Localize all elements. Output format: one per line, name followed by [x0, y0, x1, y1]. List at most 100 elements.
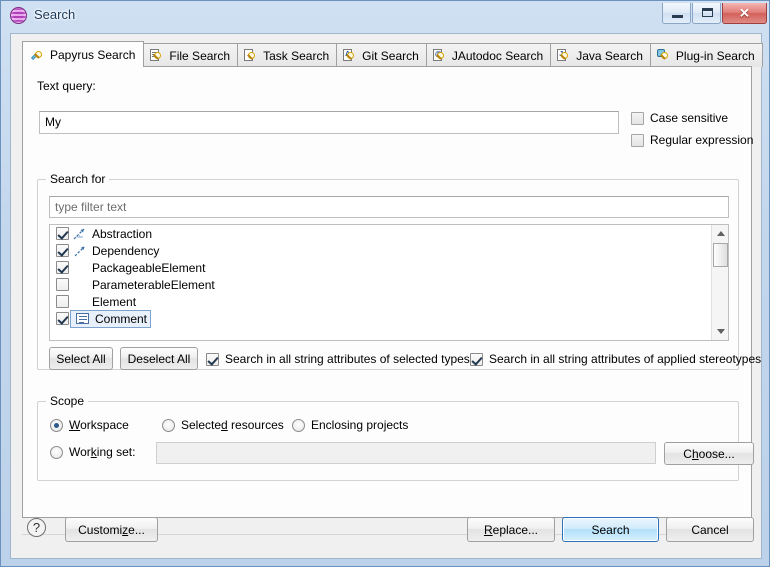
tree-item-label: Abstraction [92, 226, 153, 241]
no-icon [72, 260, 88, 276]
no-icon [72, 294, 88, 310]
svg-text:«A»: «A» [76, 234, 84, 239]
close-button[interactable]: ✕ [722, 3, 767, 24]
scroll-up-button[interactable] [712, 225, 728, 242]
search-selected-types-checkbox[interactable]: Search in all string attributes of selec… [206, 352, 470, 366]
choose-button[interactable]: Choose... [664, 442, 754, 465]
scroll-down-button[interactable] [712, 323, 728, 340]
plugin-search-icon [656, 48, 672, 64]
tree-item-label: Element [92, 294, 137, 309]
choose-label: Choose... [683, 446, 735, 461]
maximize-icon [702, 8, 713, 17]
type-filter-input[interactable]: type filter text [49, 196, 729, 218]
tree-item-label: Dependency [92, 243, 160, 258]
radio-label: Enclosing projects [311, 418, 409, 432]
scope-group: Scope Workspace Selected resources Enclo… [37, 394, 754, 481]
tree-item-checkbox[interactable] [56, 295, 69, 308]
cancel-button[interactable]: Cancel [666, 517, 754, 542]
radio-button [292, 418, 305, 432]
checkbox-label: Search in all string attributes of selec… [225, 352, 470, 366]
regular-expression-checkbox[interactable]: Regular expression [631, 133, 753, 147]
search-tab-strip: Papyrus Search File Search Task Search A [22, 41, 763, 67]
replace-button[interactable]: Replace... [467, 517, 555, 542]
search-button[interactable]: Search [562, 517, 659, 542]
scope-radio-working-set[interactable]: Working set: [50, 445, 135, 459]
search-types-tree[interactable]: «A» Abstraction Dependency PackageableEl… [49, 224, 729, 341]
scope-title: Scope [46, 394, 89, 408]
deselect-all-button[interactable]: Deselect All [120, 347, 198, 370]
radio-button [162, 418, 175, 432]
help-icon[interactable]: ? [27, 518, 46, 537]
replace-label: Replace... [483, 522, 539, 537]
tree-item-parameterableelement[interactable]: ParameterableElement [50, 276, 728, 293]
minimize-icon [672, 15, 683, 18]
tab-git-search[interactable]: A Git Search [336, 43, 426, 67]
case-sensitive-checkbox[interactable]: Case sensitive [631, 111, 728, 125]
no-icon [72, 277, 88, 293]
papyrus-sphere-icon [10, 7, 27, 24]
search-dialog-window: Search ✕ Papyrus Search File Search Task… [0, 0, 770, 567]
select-all-button[interactable]: Select All [49, 347, 113, 370]
close-icon: ✕ [739, 5, 750, 21]
tab-label: Task Search [263, 48, 330, 63]
tree-item-element[interactable]: Element [50, 293, 728, 310]
checkbox-label: Case sensitive [650, 111, 729, 125]
minimize-button[interactable] [662, 3, 691, 24]
comment-note-icon [75, 311, 91, 327]
tab-label: Papyrus Search [50, 47, 136, 62]
text-query-input[interactable]: My [39, 111, 619, 134]
scrollbar-thumb[interactable] [713, 243, 728, 267]
scope-radio-selected-resources[interactable]: Selected resources [162, 418, 284, 432]
radio-label: Selected resources [181, 418, 284, 432]
tree-vertical-scrollbar[interactable] [711, 225, 728, 340]
tab-label: JAutodoc Search [451, 48, 544, 63]
tree-item-checkbox[interactable] [56, 244, 69, 257]
tab-file-search[interactable]: File Search [143, 43, 238, 67]
tab-papyrus-search[interactable]: Papyrus Search [22, 41, 145, 67]
window-controls: ✕ [661, 3, 767, 25]
tab-label: Git Search [362, 48, 419, 63]
checkbox-box [206, 352, 219, 366]
scope-radio-enclosing-projects[interactable]: Enclosing projects [292, 418, 408, 432]
java-search-icon: J [556, 48, 572, 64]
tree-item-checkbox[interactable] [56, 261, 69, 274]
checkbox-label: Regular expression [650, 133, 754, 147]
customize-label: Customize... [78, 522, 145, 537]
tab-label: Plug-in Search [675, 48, 755, 63]
papyrus-search-icon [30, 47, 46, 63]
text-query-label: Text query: [37, 79, 96, 93]
title-bar: Search ✕ [1, 1, 770, 31]
abstraction-arrow-icon: «A» [72, 226, 88, 242]
papyrus-search-panel: Text query: My Case sensitive Regular ex… [22, 66, 761, 518]
tab-java-search[interactable]: J Java Search [550, 43, 650, 67]
tree-item-checkbox[interactable] [56, 312, 69, 325]
window-title: Search [34, 7, 76, 22]
tab-task-search[interactable]: Task Search [237, 43, 337, 67]
checkbox-box [631, 133, 644, 147]
checkbox-box [631, 111, 644, 125]
tree-item-dependency[interactable]: Dependency [50, 242, 728, 259]
tree-item-label: PackageableElement [92, 260, 206, 275]
customize-button[interactable]: Customize... [65, 517, 158, 542]
dialog-client-area: Papyrus Search File Search Task Search A [10, 33, 763, 559]
tree-item-packageableelement[interactable]: PackageableElement [50, 259, 728, 276]
tree-item-checkbox[interactable] [56, 278, 69, 291]
file-search-icon [149, 48, 165, 64]
git-search-icon: A [342, 48, 358, 64]
working-set-input[interactable] [156, 442, 656, 464]
tree-item-abstraction[interactable]: «A» Abstraction [50, 225, 728, 242]
maximize-button[interactable] [692, 3, 721, 24]
search-for-group: Search for type filter text «A» Abstract… [37, 172, 761, 370]
radio-label: Working set: [69, 445, 136, 459]
radio-button [50, 418, 63, 432]
tab-plugin-search[interactable]: Plug-in Search [649, 43, 763, 67]
jautodoc-search-icon: @ [432, 48, 448, 64]
search-applied-stereotypes-checkbox[interactable]: Search in all string attributes of appli… [470, 352, 761, 366]
scope-radio-workspace[interactable]: Workspace [50, 418, 129, 432]
tree-item-checkbox[interactable] [56, 227, 69, 240]
search-for-title: Search for [46, 172, 110, 186]
tree-item-comment[interactable]: Comment [50, 309, 728, 328]
tab-jautodoc-search[interactable]: @ JAutodoc Search [425, 43, 551, 67]
radio-button [50, 445, 63, 459]
tab-label: File Search [169, 48, 231, 63]
